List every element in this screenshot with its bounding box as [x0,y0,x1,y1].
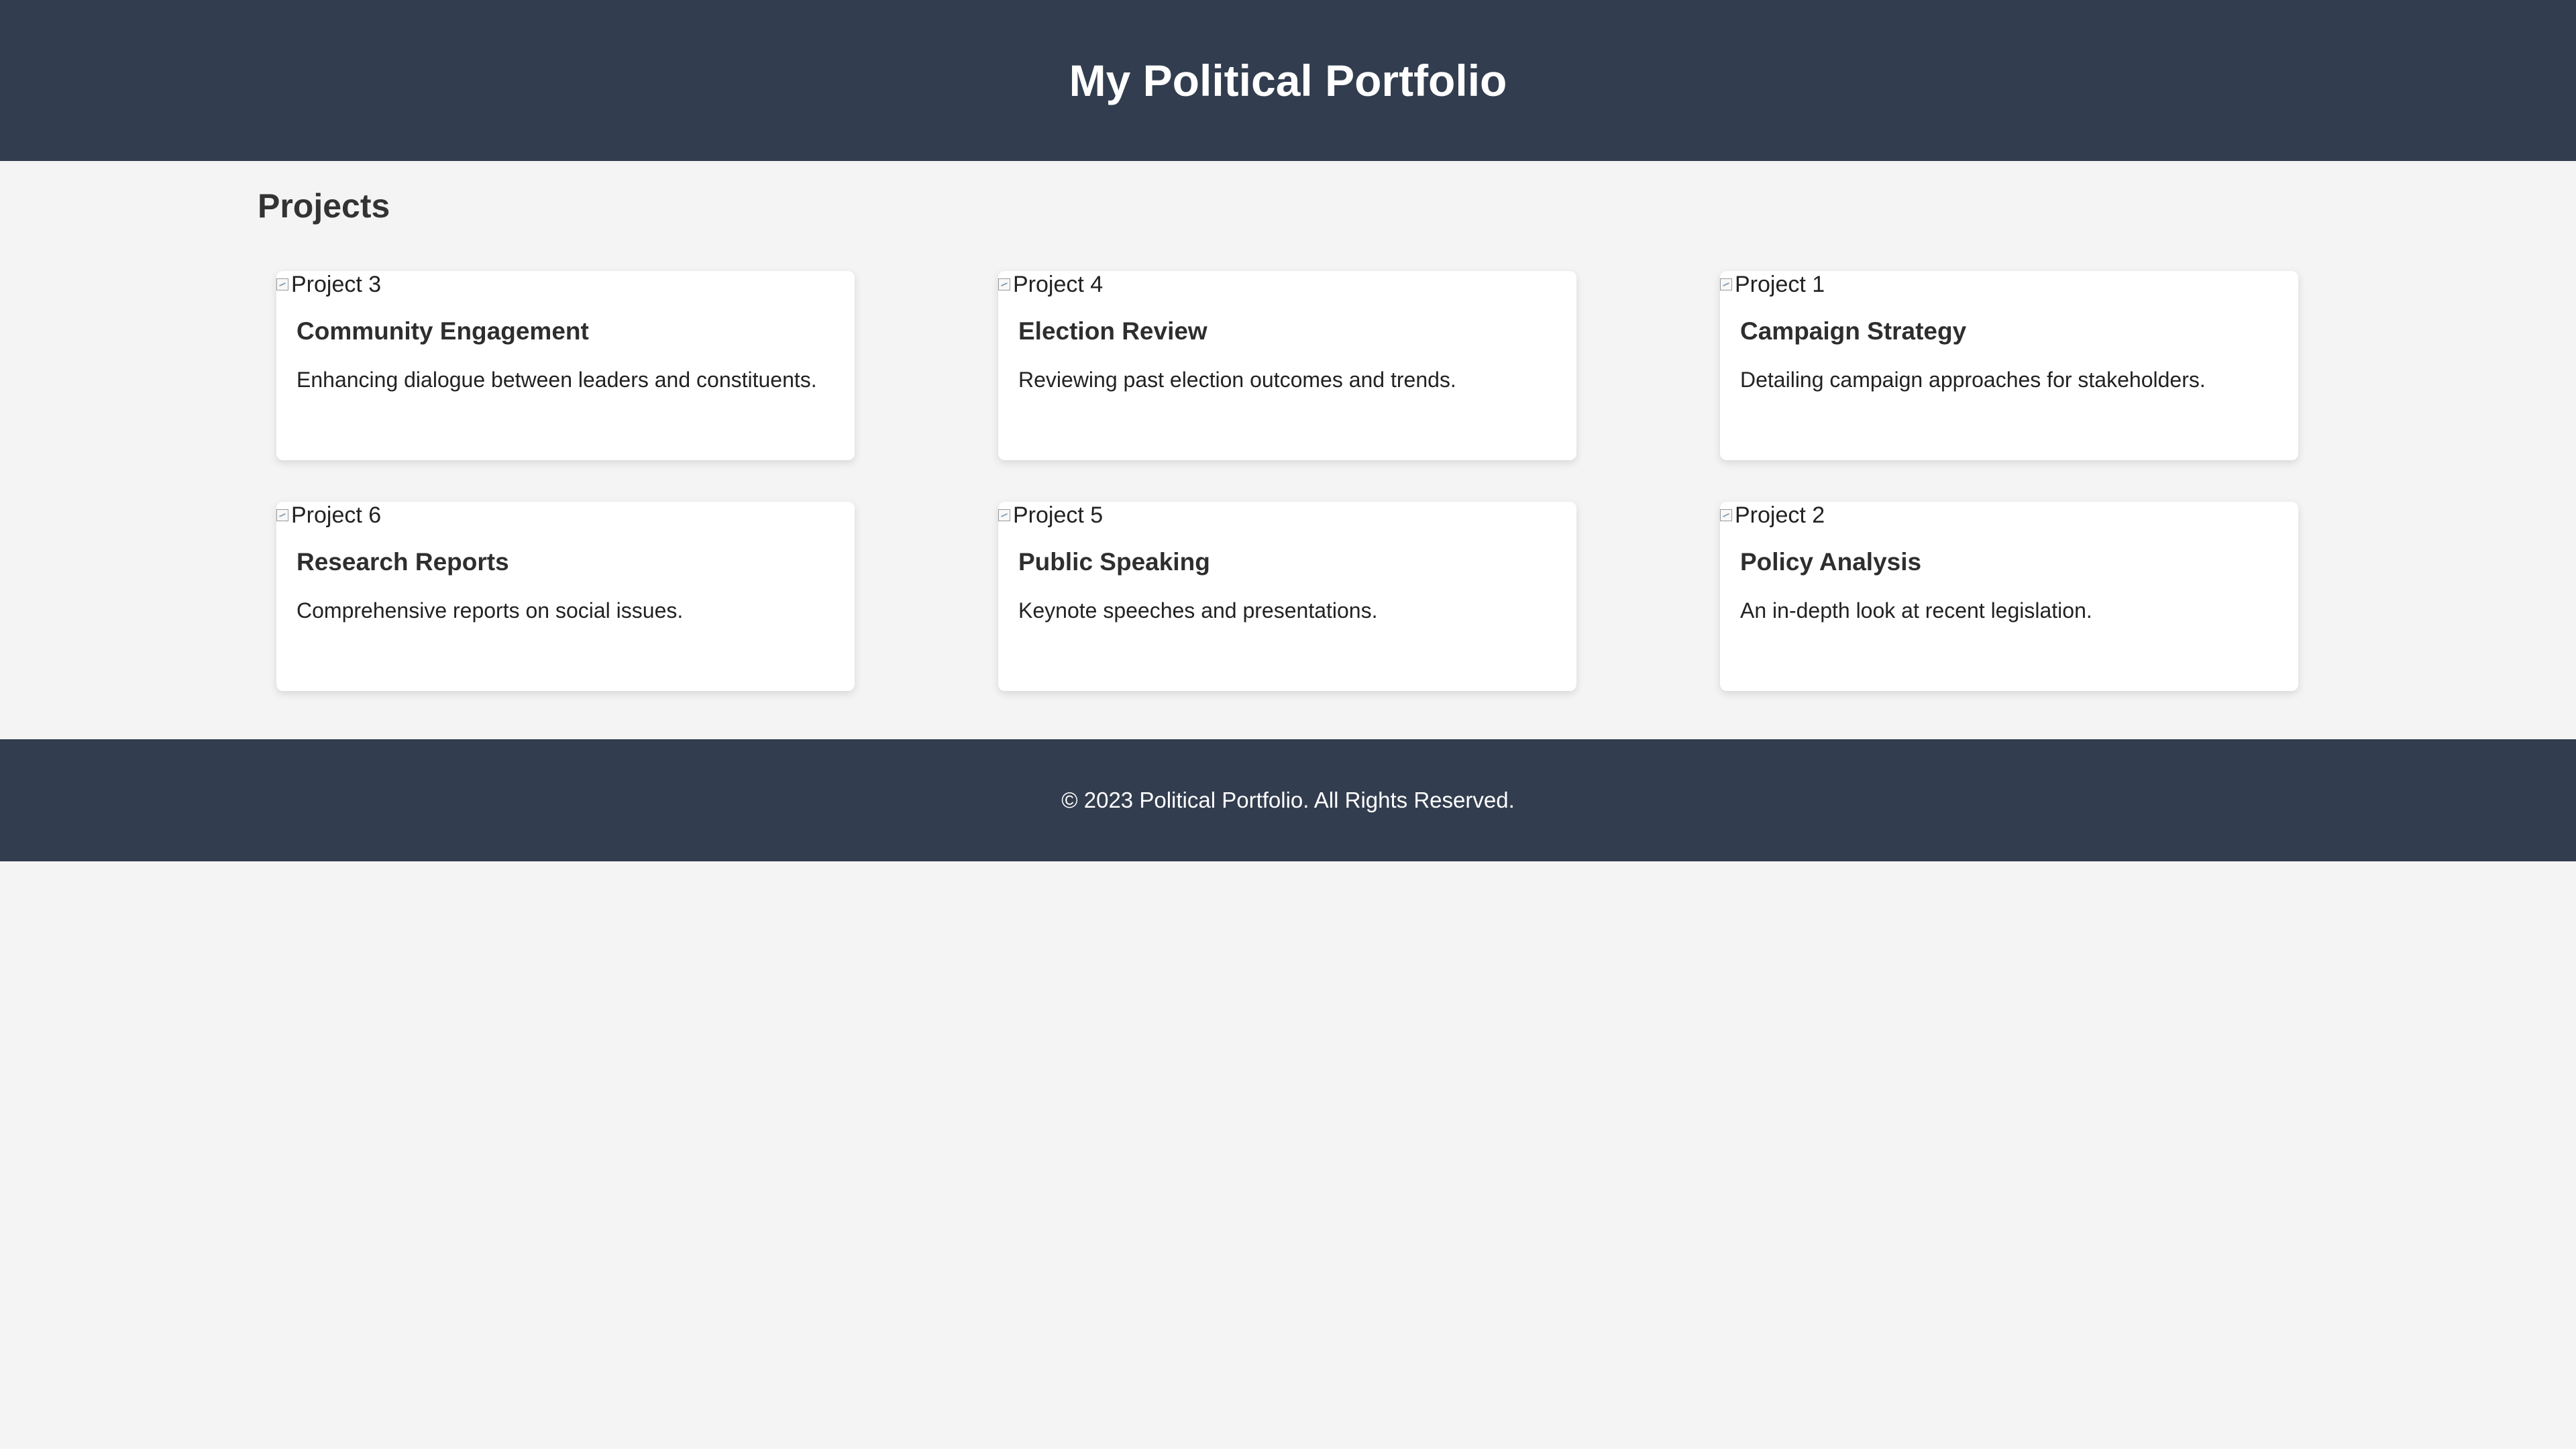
broken-image-icon [276,509,288,521]
projects-heading: Projects [258,187,390,225]
project-grid: Project 3 Community Engagement Enhancing… [276,271,2300,691]
project-card[interactable]: Project 4 Election Review Reviewing past… [998,271,1576,460]
project-description: Enhancing dialogue between leaders and c… [297,367,817,392]
project-card-body: Research Reports Comprehensive reports o… [276,529,855,623]
project-card-body: Election Review Reviewing past election … [998,298,1576,392]
project-card-body: Policy Analysis An in-depth look at rece… [1720,529,2298,623]
project-card[interactable]: Project 5 Public Speaking Keynote speech… [998,502,1576,691]
project-image: Project 5 [998,502,1576,529]
project-description: Reviewing past election outcomes and tre… [1018,367,1456,392]
project-title: Community Engagement [297,317,589,345]
project-image: Project 4 [998,271,1576,298]
broken-image-icon [1720,509,1732,521]
project-image-alt: Project 1 [1735,271,1825,297]
project-title: Research Reports [297,548,509,576]
project-image: Project 1 [1720,271,2298,298]
project-image-alt: Project 2 [1735,502,1825,528]
project-image-alt: Project 5 [1013,502,1104,528]
project-image: Project 6 [276,502,855,529]
project-title: Public Speaking [1018,548,1210,576]
project-image-alt: Project 4 [1013,271,1104,297]
site-title: My Political Portfolio [1069,56,1507,105]
project-card-body: Community Engagement Enhancing dialogue … [276,298,855,392]
project-card[interactable]: Project 2 Policy Analysis An in-depth lo… [1720,502,2298,691]
footer-copyright: © 2023 Political Portfolio. All Rights R… [1061,788,1515,812]
project-image-alt: Project 6 [291,502,382,528]
project-card[interactable]: Project 3 Community Engagement Enhancing… [276,271,855,460]
project-card-body: Public Speaking Keynote speeches and pre… [998,529,1576,623]
broken-image-icon [998,278,1010,290]
project-description: Keynote speeches and presentations. [1018,598,1378,623]
broken-image-icon [998,509,1010,521]
broken-image-icon [276,278,288,290]
project-description: An in-depth look at recent legislation. [1740,598,2092,623]
project-card[interactable]: Project 1 Campaign Strategy Detailing ca… [1720,271,2298,460]
project-description: Detailing campaign approaches for stakeh… [1740,367,2206,392]
project-title: Campaign Strategy [1740,317,1967,345]
main-content: Projects Project 3 Community Engagement … [0,161,2576,739]
project-image: Project 3 [276,271,855,298]
project-description: Comprehensive reports on social issues. [297,598,684,623]
site-header: My Political Portfolio [0,0,2576,161]
project-title: Election Review [1018,317,1208,345]
project-title: Policy Analysis [1740,548,1922,576]
project-image: Project 2 [1720,502,2298,529]
project-card[interactable]: Project 6 Research Reports Comprehensive… [276,502,855,691]
site-footer: © 2023 Political Portfolio. All Rights R… [0,739,2576,861]
project-image-alt: Project 3 [291,271,382,297]
broken-image-icon [1720,278,1732,290]
project-card-body: Campaign Strategy Detailing campaign app… [1720,298,2298,392]
